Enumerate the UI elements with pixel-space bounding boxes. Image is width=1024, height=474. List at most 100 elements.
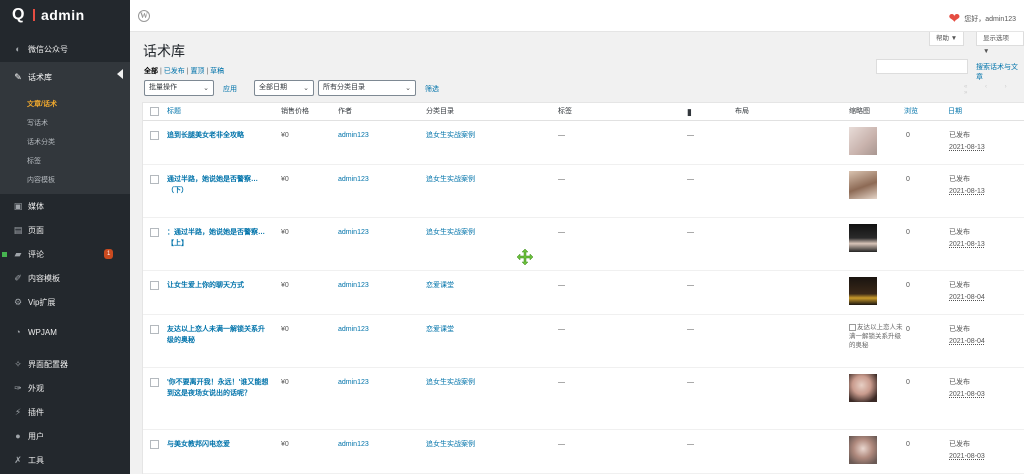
sidebar-item-media[interactable]: ▣ 媒体: [0, 194, 130, 218]
submenu-item-articles[interactable]: 文章/话术: [0, 95, 130, 114]
post-title-link[interactable]: 友达以上恋人未满一解锁关系升级的奥秘: [167, 324, 271, 346]
user-icon: ●: [15, 431, 21, 441]
logo-text: admin: [40, 7, 85, 23]
post-author-link[interactable]: admin123: [338, 377, 369, 388]
sidebar-item-tools[interactable]: ✗ 工具: [0, 448, 130, 472]
row-checkbox[interactable]: [150, 440, 159, 449]
filter-all-link[interactable]: 全部: [144, 68, 158, 75]
category-filter-value: 所有分类目录: [323, 84, 365, 91]
post-category-link[interactable]: 追女生实战案例: [426, 377, 475, 388]
post-category-link[interactable]: 追女生实战案例: [426, 439, 475, 450]
submenu-item-categories[interactable]: 话术分类: [0, 133, 130, 152]
sidebar-item-plugins[interactable]: ⚡ 插件: [0, 400, 130, 424]
category-filter-select[interactable]: 所有分类目录 ⌄: [318, 80, 416, 96]
row-checkbox[interactable]: [150, 131, 159, 140]
post-author-link[interactable]: admin123: [338, 439, 369, 450]
table-row: ：通过半路，她说她是否警察…【上】 ¥0 admin123 追女生实战案例 — — 0 已发布…: [143, 218, 1024, 271]
post-title-link[interactable]: ：通过半路，她说她是否警察…【上】: [167, 227, 271, 249]
post-views: 0: [906, 326, 910, 333]
post-thumbnail-image[interactable]: [849, 277, 877, 305]
column-date[interactable]: 日期: [948, 103, 962, 121]
tools-icon: ✗: [14, 454, 22, 465]
row-checkbox[interactable]: [150, 325, 159, 334]
sidebar-item-vip[interactable]: ⚙ Vip扩展: [0, 290, 130, 314]
column-views[interactable]: 浏览: [904, 103, 918, 121]
row-checkbox[interactable]: [150, 378, 159, 387]
post-status: 已发布: [949, 282, 970, 289]
column-author: 作者: [338, 108, 352, 115]
sidebar-item-users[interactable]: ● 用户: [0, 424, 130, 448]
wordpress-icon[interactable]: W: [138, 10, 150, 22]
move-cursor-icon: [517, 249, 533, 265]
post-category-link[interactable]: 追女生实战案例: [426, 174, 475, 185]
column-price: 销售价格: [281, 108, 309, 115]
post-category-link[interactable]: 追女生实战案例: [426, 227, 475, 238]
submenu-item-write[interactable]: 写话术: [0, 114, 130, 133]
post-comments: —: [687, 229, 694, 236]
row-checkbox[interactable]: [150, 228, 159, 237]
submenu-item-templates[interactable]: 内容模板: [0, 171, 130, 190]
post-title-link[interactable]: '你不要离开我！永远！'谁又能想到这是夜场女说出的话呢？: [167, 377, 271, 399]
post-thumbnail-image[interactable]: [849, 171, 877, 199]
select-all-checkbox[interactable]: [150, 107, 159, 116]
post-author-link[interactable]: admin123: [338, 174, 369, 185]
table-row: 让女生爱上你的聊天方式 ¥0 admin123 恋爱课堂 — — 0 已发布 2021-08-0…: [143, 271, 1024, 315]
date-filter-select[interactable]: 全部日期 ⌄: [254, 80, 314, 96]
post-author-link[interactable]: admin123: [338, 227, 369, 238]
post-thumbnail-image[interactable]: [849, 436, 877, 464]
status-filter-links: 全部 | 已发布 | 置顶 | 草稿: [144, 66, 224, 76]
sidebar-item-label: WPJAM: [28, 327, 57, 337]
post-status: 已发布: [949, 229, 970, 236]
site-logo[interactable]: Q admin: [0, 0, 130, 30]
search-input[interactable]: [876, 59, 968, 74]
sidebar-item-ui-config[interactable]: ✧ 界面配置器: [0, 352, 130, 376]
column-layout: 布局: [735, 108, 749, 115]
post-price: ¥0: [281, 132, 289, 139]
row-checkbox[interactable]: [150, 281, 159, 290]
bulk-actions-select[interactable]: 批量操作 ⌄: [144, 80, 214, 96]
pages-icon: ▤: [13, 224, 23, 235]
post-category-link[interactable]: 恋爱课堂: [426, 324, 454, 335]
sidebar-item-pages[interactable]: ▤ 页面: [0, 218, 130, 242]
post-title-link[interactable]: 追到长腿美女老非全攻略: [167, 130, 271, 141]
user-greeting[interactable]: ❤ 您好，admin123: [949, 10, 1016, 27]
sidebar-item-comments[interactable]: ▰ 评论 1: [0, 242, 130, 266]
sidebar-item-label: 用户: [28, 431, 44, 441]
post-comments: —: [687, 441, 694, 448]
status-dot: [2, 252, 7, 257]
post-price: ¥0: [281, 282, 289, 289]
post-author-link[interactable]: admin123: [338, 324, 369, 335]
post-author-link[interactable]: admin123: [338, 280, 369, 291]
post-tags: —: [558, 441, 565, 448]
sidebar-item-label: Vip扩展: [28, 297, 56, 307]
sidebar-item-wechat[interactable]: ◐ 微信公众号: [0, 36, 130, 62]
filter-draft-link[interactable]: 草稿: [210, 68, 224, 75]
post-category-link[interactable]: 追女生实战案例: [426, 130, 475, 141]
post-title-link[interactable]: 与美女教邦闪电恋爱: [167, 439, 271, 450]
logo-divider: [32, 9, 35, 21]
post-tags: —: [558, 229, 565, 236]
help-button[interactable]: 帮助 ▼: [929, 32, 965, 46]
post-title-link[interactable]: 通过半路，她说她是否警察…（下）: [167, 174, 271, 196]
filter-published-link[interactable]: 已发布: [164, 68, 185, 75]
post-category-link[interactable]: 恋爱课堂: [426, 280, 454, 291]
search-button[interactable]: 搜索话术与文章: [976, 62, 1024, 82]
sidebar-item-appearance[interactable]: ✑ 外观: [0, 376, 130, 400]
column-title[interactable]: 标题: [167, 103, 181, 121]
post-views: 0: [906, 176, 910, 183]
sidebar-item-scripts[interactable]: ✎ 话术库: [0, 62, 130, 92]
post-author-link[interactable]: admin123: [338, 130, 369, 141]
sidebar-item-wpjam[interactable]: ◔ WPJAM: [0, 320, 130, 344]
filter-button[interactable]: 筛选: [425, 84, 439, 94]
submenu-item-tags[interactable]: 标签: [0, 152, 130, 171]
post-thumbnail-image[interactable]: [849, 374, 877, 402]
sidebar-item-content-template[interactable]: ✐ 内容模板: [0, 266, 130, 290]
apply-button[interactable]: 应用: [223, 84, 237, 94]
row-checkbox[interactable]: [150, 175, 159, 184]
pagination-nav[interactable]: « ‹ › »: [964, 84, 1024, 96]
post-thumbnail-image[interactable]: [849, 224, 877, 252]
post-thumbnail-image[interactable]: [849, 127, 877, 155]
filter-sticky-link[interactable]: 置顶: [190, 68, 204, 75]
post-title-link[interactable]: 让女生爱上你的聊天方式: [167, 280, 271, 291]
screen-options-button[interactable]: 显示选项 ▼: [976, 32, 1024, 55]
